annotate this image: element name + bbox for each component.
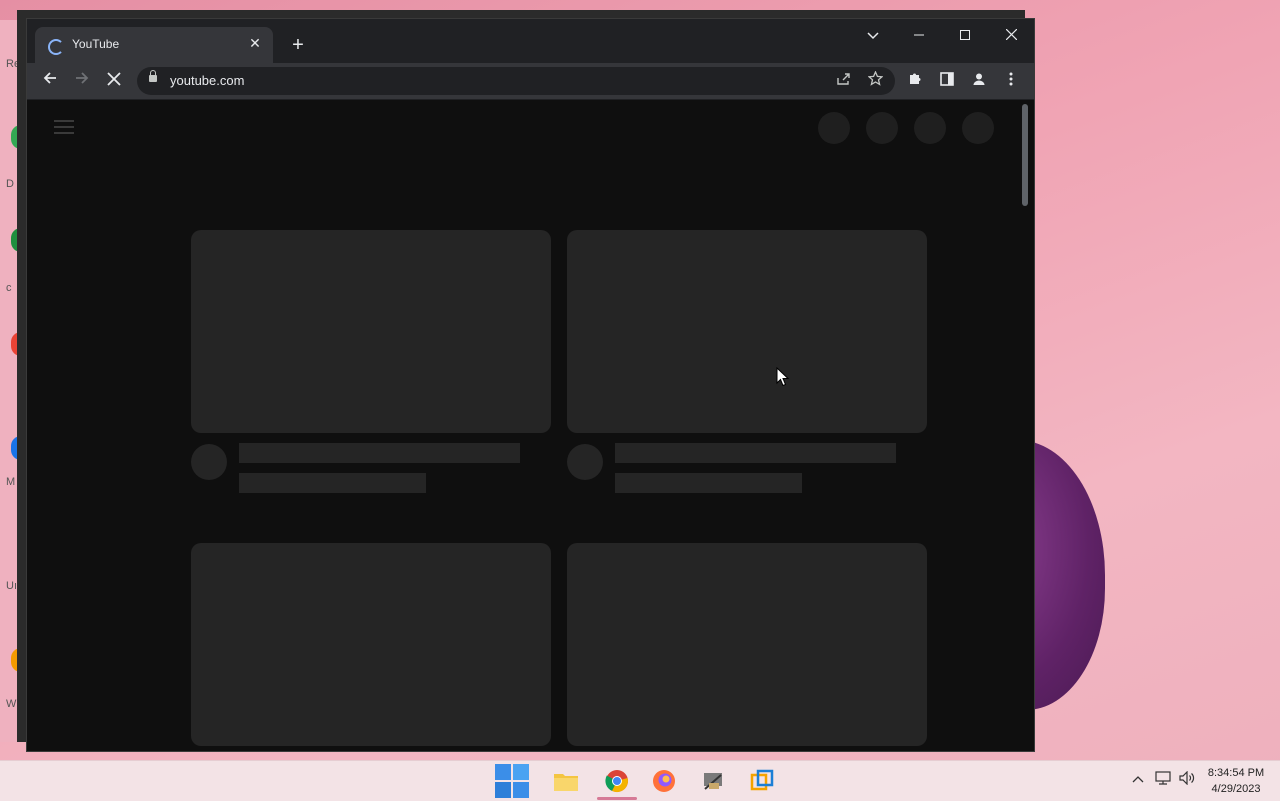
channel-avatar-placeholder [567, 444, 603, 480]
network-button[interactable] [1155, 771, 1171, 788]
hamburger-menu-icon[interactable] [54, 120, 74, 134]
chrome-icon [605, 770, 628, 793]
title-placeholder [239, 443, 520, 463]
tab-title: YouTube [72, 37, 120, 51]
person-icon [973, 73, 985, 85]
desktop-text-fragment: c [6, 282, 12, 294]
desktop-text-fragment: Uı [6, 580, 17, 592]
lock-icon[interactable] [149, 70, 157, 82]
minimize-button[interactable] [904, 25, 934, 45]
minimize-icon [914, 34, 924, 36]
arrow-left-icon [43, 72, 56, 84]
meta-placeholder [615, 473, 802, 493]
close-icon [107, 72, 121, 86]
tab-search-button[interactable] [858, 25, 888, 45]
tab-youtube[interactable]: YouTube ✕ [35, 27, 273, 63]
side-panel-button[interactable] [937, 71, 957, 91]
loading-spinner-icon [48, 39, 64, 55]
page-content [27, 100, 1034, 751]
maximize-button[interactable] [950, 25, 980, 45]
chevron-up-icon [1132, 776, 1144, 783]
share-button[interactable] [833, 71, 853, 91]
kebab-menu-icon [1009, 72, 1013, 86]
network-icon [1155, 771, 1171, 785]
side-panel-icon [940, 72, 954, 86]
url-text[interactable]: youtube.com [170, 73, 244, 88]
video-thumbnail-placeholder [191, 543, 551, 746]
new-tab-button[interactable]: + [287, 34, 309, 56]
forward-button[interactable] [70, 69, 94, 93]
back-button[interactable] [38, 69, 62, 93]
maximize-icon [960, 30, 970, 40]
video-thumbnail-placeholder [567, 543, 927, 746]
chevron-down-icon [867, 32, 879, 40]
chrome-button[interactable] [600, 764, 634, 798]
header-placeholder-circle [962, 112, 994, 144]
firefox-button[interactable] [647, 764, 681, 798]
clock-date: 4/29/2023 [1211, 783, 1261, 795]
taskbar: 8:34:54 PM 4/29/2023 [0, 760, 1280, 801]
tab-strip: YouTube ✕ + [27, 19, 1034, 63]
page-scrollbar[interactable] [1022, 104, 1028, 206]
system-clock[interactable]: 8:34:54 PM 4/29/2023 [1200, 765, 1272, 797]
speaker-icon [1179, 770, 1195, 786]
share-icon [836, 73, 850, 85]
header-placeholder-circle [914, 112, 946, 144]
volume-button[interactable] [1179, 770, 1195, 788]
firefox-icon [653, 770, 675, 792]
file-explorer-button[interactable] [549, 764, 583, 798]
mouse-cursor-icon [776, 366, 790, 392]
show-hidden-icons-button[interactable] [1132, 771, 1144, 786]
app-icon [704, 773, 722, 790]
browser-window: YouTube ✕ + youtube.com [27, 19, 1034, 751]
desktop-text-fragment: D [6, 178, 14, 190]
stop-loading-button[interactable] [102, 69, 126, 93]
video-thumbnail-placeholder [567, 230, 927, 433]
title-placeholder [615, 443, 896, 463]
header-placeholder-circle [818, 112, 850, 144]
start-button[interactable] [495, 764, 529, 798]
header-placeholder-circle [866, 112, 898, 144]
puzzle-icon [909, 73, 920, 84]
menu-button[interactable] [1001, 71, 1021, 91]
clock-time: 8:34:54 PM [1207, 767, 1265, 779]
windows-icon [495, 764, 529, 798]
bookmark-button[interactable] [865, 70, 885, 91]
channel-avatar-placeholder [191, 444, 227, 480]
star-icon [866, 70, 884, 86]
arrow-right-icon [76, 72, 89, 84]
virtualbox-button[interactable] [745, 764, 779, 798]
extensions-button[interactable] [905, 71, 925, 91]
folder-icon [554, 774, 578, 791]
address-bar[interactable]: youtube.com [137, 67, 895, 95]
browser-toolbar: youtube.com [27, 63, 1034, 100]
desktop-text-fragment: W [6, 698, 17, 710]
desktop-text-fragment: M [6, 476, 16, 488]
tab-close-button[interactable]: ✕ [245, 33, 265, 53]
close-window-button[interactable] [996, 25, 1026, 45]
video-thumbnail-placeholder [191, 230, 551, 433]
close-icon [1005, 28, 1017, 41]
meta-placeholder [239, 473, 426, 493]
app-button[interactable] [696, 764, 730, 798]
virtualbox-icon [750, 769, 774, 791]
profile-button[interactable] [969, 71, 989, 91]
